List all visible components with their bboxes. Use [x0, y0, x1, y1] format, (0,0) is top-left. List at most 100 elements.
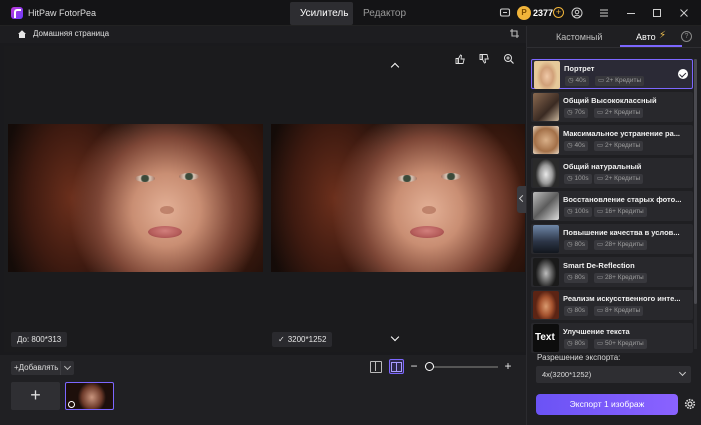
before-size-label: До: 800*313: [11, 332, 68, 347]
preset-time: ◷ 100s: [564, 207, 592, 217]
preset-cost: ▭ 50+ Кредиты: [594, 339, 647, 349]
preset-name: Портрет: [564, 64, 595, 73]
panel-tabs: Кастомный Авто ⚡ ?: [527, 26, 701, 48]
preset-name: Повышение качества в услов...: [563, 228, 680, 237]
minimize-icon[interactable]: [625, 7, 637, 19]
user-icon[interactable]: [571, 7, 583, 19]
preset-item[interactable]: Общий Высококлассный ◷ 70s ▭ 2+ Кредиты: [531, 92, 693, 122]
preset-cost: ▭ 2+ Кредиты: [595, 76, 645, 86]
preset-thumbnail: [533, 258, 559, 286]
after-image[interactable]: [271, 124, 525, 272]
preset-scroll-thumb[interactable]: [694, 59, 697, 304]
coin-icon: P: [517, 6, 531, 20]
add-button-label: +Добавлять: [14, 363, 59, 372]
preset-item[interactable]: Реализм искусственного инте... ◷ 80s ▭ 8+ …: [531, 290, 693, 320]
preset-name: Улучшение текста: [563, 327, 630, 336]
collapse-up-button[interactable]: [385, 60, 405, 74]
preset-item[interactable]: Общий натуральный ◷ 100s ▭ 2+ Кредиты: [531, 158, 693, 188]
preset-time: ◷ 80s: [564, 273, 588, 283]
help-icon[interactable]: ?: [681, 31, 692, 42]
split-view-icon[interactable]: [370, 361, 382, 373]
preset-time: ◷ 40s: [564, 141, 588, 151]
thumbs-down-icon[interactable]: [477, 53, 491, 67]
preset-time: ◷ 80s: [564, 240, 588, 250]
preset-cost: ▭ 28+ Кредиты: [594, 240, 647, 250]
preset-item[interactable]: Text Улучшение текста ◷ 80s ▭ 50+ Кредиты: [531, 323, 693, 353]
preset-item[interactable]: Максимальное устранение ра... ◷ 40s ▭ 2+ К…: [531, 125, 693, 155]
check-icon: ✓: [278, 335, 285, 344]
zoom-in-button[interactable]: +: [503, 359, 513, 373]
export-resolution-select[interactable]: 4x(3200*1252): [536, 366, 691, 383]
side-by-side-icon[interactable]: [389, 359, 404, 374]
preset-thumbnail: [533, 225, 559, 253]
preset-name: Общий Высококлассный: [563, 96, 657, 105]
app-logo: [11, 7, 23, 19]
tab-auto[interactable]: Авто: [636, 32, 656, 42]
preset-thumbnail: [533, 93, 559, 121]
preset-cost: ▭ 2+ Кредиты: [594, 108, 644, 118]
thumbs-up-icon[interactable]: [453, 53, 467, 67]
preset-name: Максимальное устранение ра...: [563, 129, 680, 138]
add-button[interactable]: +Добавлять: [11, 361, 74, 375]
zoom-in-icon[interactable]: [502, 53, 516, 67]
before-image[interactable]: [8, 124, 263, 272]
menu-icon[interactable]: [598, 7, 610, 19]
crop-icon[interactable]: [509, 28, 520, 39]
preset-cost: ▭ 28+ Кредиты: [594, 273, 647, 283]
preset-thumbnail-text: Text: [535, 332, 555, 343]
active-tab-indicator: [620, 45, 682, 47]
breadcrumb: Домашняя страница: [0, 26, 526, 43]
mode-tabs: Усилитель Редактор: [290, 2, 416, 25]
after-size-label: ✓ 3200*1252: [272, 332, 333, 347]
tab-enhancer[interactable]: Усилитель: [290, 2, 353, 25]
close-icon[interactable]: [678, 7, 690, 19]
collapse-down-button[interactable]: [385, 330, 405, 344]
home-icon[interactable]: [17, 29, 27, 39]
preset-thumbnail: [533, 126, 559, 154]
add-dropdown-icon[interactable]: [60, 361, 74, 375]
preset-time: ◷ 100s: [564, 174, 592, 184]
bottom-toolbar: +Добавлять + − +: [0, 355, 526, 425]
zoom-slider-handle[interactable]: [425, 362, 434, 371]
zoom-out-button[interactable]: −: [409, 359, 419, 373]
preset-time: ◷ 80s: [564, 306, 588, 316]
preset-name: Smart De-Reflection: [563, 261, 635, 270]
lightning-icon: ⚡: [659, 30, 667, 41]
export-resolution-label: Разрешение экспорта:: [537, 353, 621, 362]
preset-cost: ▭ 16+ Кредиты: [594, 207, 647, 217]
after-size-value: 3200*1252: [287, 335, 327, 344]
add-credits-button[interactable]: +: [553, 7, 564, 18]
gear-icon[interactable]: [684, 398, 696, 410]
preset-item[interactable]: Портрет ◷ 40s ▭ 2+ Кредиты: [531, 59, 693, 89]
image-thumbnail[interactable]: [65, 382, 114, 410]
panel-collapse-handle[interactable]: [517, 186, 526, 213]
preset-cost: ▭ 2+ Кредиты: [594, 174, 644, 184]
preset-item[interactable]: Повышение качества в услов... ◷ 80s ▭ 28+ …: [531, 224, 693, 254]
preset-thumbnail: [534, 61, 560, 89]
tab-editor[interactable]: Редактор: [353, 2, 416, 25]
selected-check-icon: [678, 69, 688, 79]
preset-thumbnail: [533, 159, 559, 187]
export-resolution-value: 4x(3200*1252): [542, 370, 592, 379]
preset-thumbnail: [533, 192, 559, 220]
home-link[interactable]: Домашняя страница: [33, 29, 109, 38]
preset-time: ◷ 70s: [564, 108, 588, 118]
credits-count: 2377: [533, 8, 554, 18]
preset-item[interactable]: Smart De-Reflection ◷ 80s ▭ 28+ Кредиты: [531, 257, 693, 287]
preset-name: Реализм искусственного инте...: [563, 294, 681, 303]
preset-time: ◷ 80s: [564, 339, 588, 349]
preset-thumbnail: Text: [533, 324, 559, 352]
export-button[interactable]: Экспорт 1 изображ: [536, 394, 678, 415]
presets-panel: Кастомный Авто ⚡ ? Портрет ◷ 40s ▭ 2+ Кред…: [526, 26, 701, 425]
preset-item[interactable]: Восстановление старых фото... ◷ 100s ▭ 16+…: [531, 191, 693, 221]
feedback-icon[interactable]: [499, 7, 511, 19]
maximize-icon[interactable]: [651, 7, 663, 19]
app-name: HitPaw FotorPea: [28, 8, 97, 18]
preset-time: ◷ 40s: [565, 76, 589, 86]
preset-cost: ▭ 2+ Кредиты: [594, 141, 644, 151]
tab-custom[interactable]: Кастомный: [556, 32, 602, 42]
zoom-slider[interactable]: [425, 366, 498, 368]
title-bar: HitPaw FotorPea Усилитель Редактор P 237…: [0, 0, 701, 26]
add-image-thumb[interactable]: +: [11, 382, 60, 410]
chevron-down-icon: [678, 368, 687, 377]
